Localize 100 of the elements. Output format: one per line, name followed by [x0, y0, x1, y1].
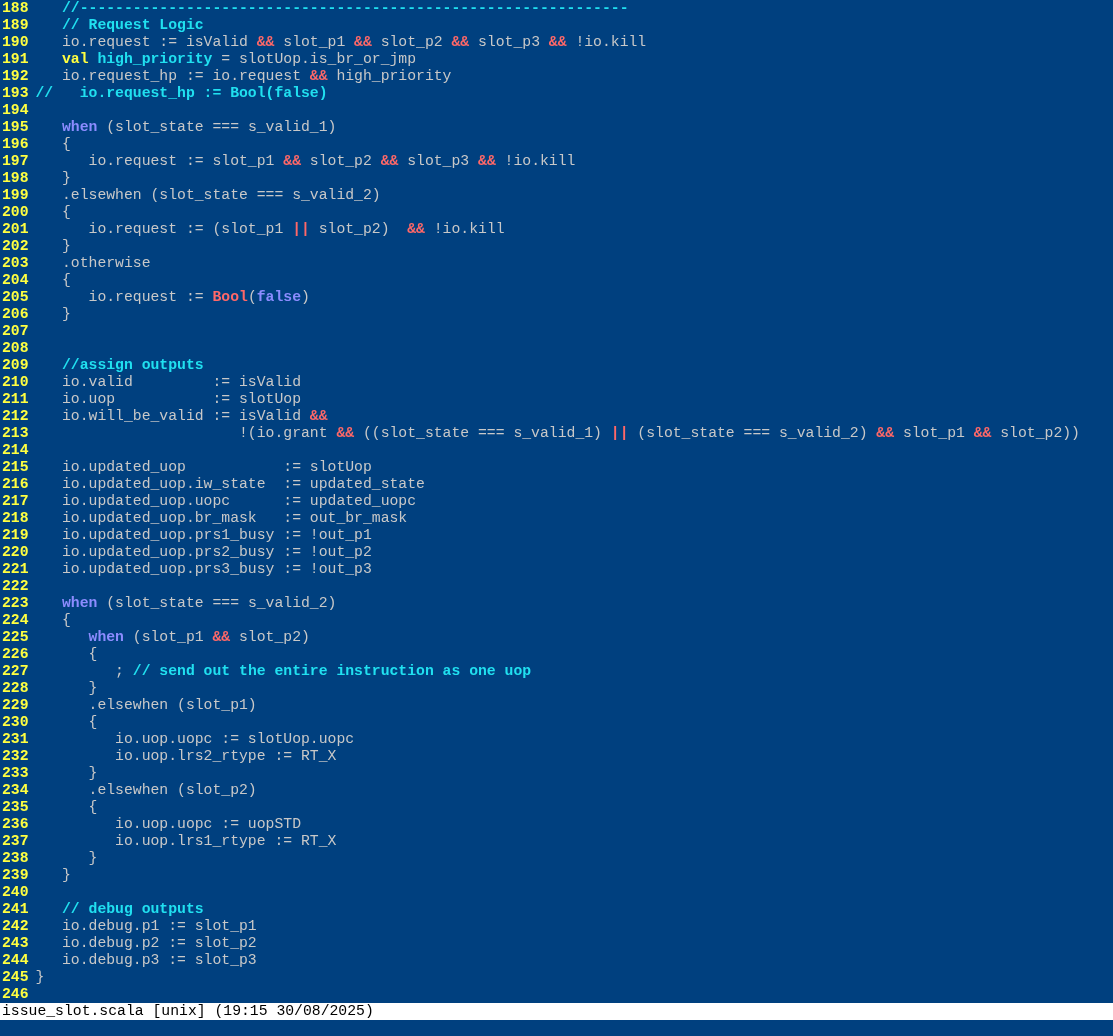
code-line: // io.request_hp := Bool(false) — [35, 85, 328, 102]
line-number: 223 — [2, 595, 29, 612]
code-line: io.debug.p2 := slot_p2 — [61, 935, 257, 952]
line-number: 202 — [2, 238, 29, 255]
code-line: when (slot_p1 && slot_p2) — [87, 629, 310, 646]
line-number: 192 — [2, 68, 29, 85]
line-number: 206 — [2, 306, 29, 323]
line-number: 228 — [2, 680, 29, 697]
code-line: io.uop.lrs1_rtype := RT_X — [114, 833, 337, 850]
line-number: 222 — [2, 578, 29, 595]
code-line: when (slot_state === s_valid_1) — [61, 119, 337, 136]
line-number: 245 — [2, 969, 29, 986]
code-line: { — [61, 612, 71, 629]
line-number: 211 — [2, 391, 29, 408]
line-number: 216 — [2, 476, 29, 493]
code-line: { — [87, 799, 98, 816]
code-line: io.updated_uop.iw_state := updated_state — [61, 476, 425, 493]
line-number: 210 — [2, 374, 29, 391]
code-line: io.request := Bool(false) — [87, 289, 310, 306]
line-number: 226 — [2, 646, 29, 663]
code-line: io.valid := isValid — [61, 374, 301, 391]
line-number: 219 — [2, 527, 29, 544]
line-number: 189 — [2, 17, 29, 34]
line-number: 231 — [2, 731, 29, 748]
line-number: 190 — [2, 34, 29, 51]
line-number: 203 — [2, 255, 29, 272]
line-number: 240 — [2, 884, 29, 901]
code-line: //assign outputs — [61, 357, 204, 374]
code-line: { — [61, 136, 71, 153]
line-number: 208 — [2, 340, 29, 357]
line-number: 188 — [2, 0, 29, 17]
code-line: } — [61, 867, 71, 884]
line-number: 233 — [2, 765, 29, 782]
line-number: 242 — [2, 918, 29, 935]
code-line: io.updated_uop.br_mask := out_br_mask — [61, 510, 408, 527]
code-line: // Request Logic — [61, 17, 204, 34]
line-number: 235 — [2, 799, 29, 816]
code-line: io.updated_uop.uopc := updated_uopc — [61, 493, 417, 510]
code-line: io.request := (slot_p1 || slot_p2) && !io.kill — [87, 221, 505, 238]
line-number: 207 — [2, 323, 29, 340]
code-line: // debug outputs — [61, 901, 204, 918]
line-number: 201 — [2, 221, 29, 238]
line-number: 195 — [2, 119, 29, 136]
line-number: 227 — [2, 663, 29, 680]
line-number: 209 — [2, 357, 29, 374]
code-line: io.request := slot_p1 && slot_p2 && slot_p3 && !io.kill — [87, 153, 576, 170]
code-line: { — [61, 272, 71, 289]
line-number: 229 — [2, 697, 29, 714]
line-number: 214 — [2, 442, 29, 459]
line-number: 215 — [2, 459, 29, 476]
code-line: .elsewhen (slot_state === s_valid_2) — [61, 187, 381, 204]
line-number: 238 — [2, 850, 29, 867]
line-number: 218 — [2, 510, 29, 527]
line-number: 205 — [2, 289, 29, 306]
code-line: } — [61, 238, 71, 255]
code-line: io.uop.lrs2_rtype := RT_X — [114, 748, 337, 765]
code-line: { — [87, 714, 98, 731]
code-line: ; // send out the entire instruction as one uop — [114, 663, 532, 680]
line-number: 243 — [2, 935, 29, 952]
line-number: 246 — [2, 986, 29, 1003]
code-line: io.debug.p1 := slot_p1 — [61, 918, 257, 935]
code-line: } — [35, 969, 45, 986]
code-line: io.request_hp := io.request && high_priority — [61, 68, 452, 85]
line-number: 193 — [2, 85, 29, 102]
code-line: io.updated_uop.prs2_busy := !out_p2 — [61, 544, 372, 561]
code-line: } — [61, 170, 71, 187]
code-line: io.updated_uop.prs1_busy := !out_p1 — [61, 527, 372, 544]
code-line: } — [87, 680, 98, 697]
line-number: 239 — [2, 867, 29, 884]
code-line: io.uop.uopc := uopSTD — [114, 816, 301, 833]
code-line: .elsewhen (slot_p1) — [87, 697, 257, 714]
code-line: } — [87, 850, 98, 867]
code-line: io.uop.uopc := slotUop.uopc — [114, 731, 355, 748]
code-line: //-------------------------------------------------------------- — [61, 0, 629, 17]
status-bar: issue_slot.scala [unix] (19:15 30/08/2025) — [0, 1003, 1113, 1020]
code-line: when (slot_state === s_valid_2) — [61, 595, 337, 612]
code-line: } — [87, 765, 98, 782]
line-number: 204 — [2, 272, 29, 289]
line-number: 236 — [2, 816, 29, 833]
line-number: 199 — [2, 187, 29, 204]
line-number: 213 — [2, 425, 29, 442]
line-number: 232 — [2, 748, 29, 765]
line-number: 220 — [2, 544, 29, 561]
line-number: 230 — [2, 714, 29, 731]
code-line: !(io.grant && ((slot_state === s_valid_1) || (slot_state === s_valid_2) && slot_p1 && slot_p2)) — [238, 425, 1080, 442]
code-line: { — [87, 646, 98, 663]
line-number: 198 — [2, 170, 29, 187]
code-line: io.uop := slotUop — [61, 391, 301, 408]
code-line: io.will_be_valid := isValid && — [61, 408, 328, 425]
line-number: 225 — [2, 629, 29, 646]
line-number: 196 — [2, 136, 29, 153]
code-line: .elsewhen (slot_p2) — [87, 782, 257, 799]
line-number: 212 — [2, 408, 29, 425]
line-number: 237 — [2, 833, 29, 850]
code-line: io.request := isValid && slot_p1 && slot_p2 && slot_p3 && !io.kill — [61, 34, 647, 51]
code-line: .otherwise — [61, 255, 151, 272]
line-number: 234 — [2, 782, 29, 799]
line-number: 200 — [2, 204, 29, 221]
line-number: 217 — [2, 493, 29, 510]
line-number: 191 — [2, 51, 29, 68]
